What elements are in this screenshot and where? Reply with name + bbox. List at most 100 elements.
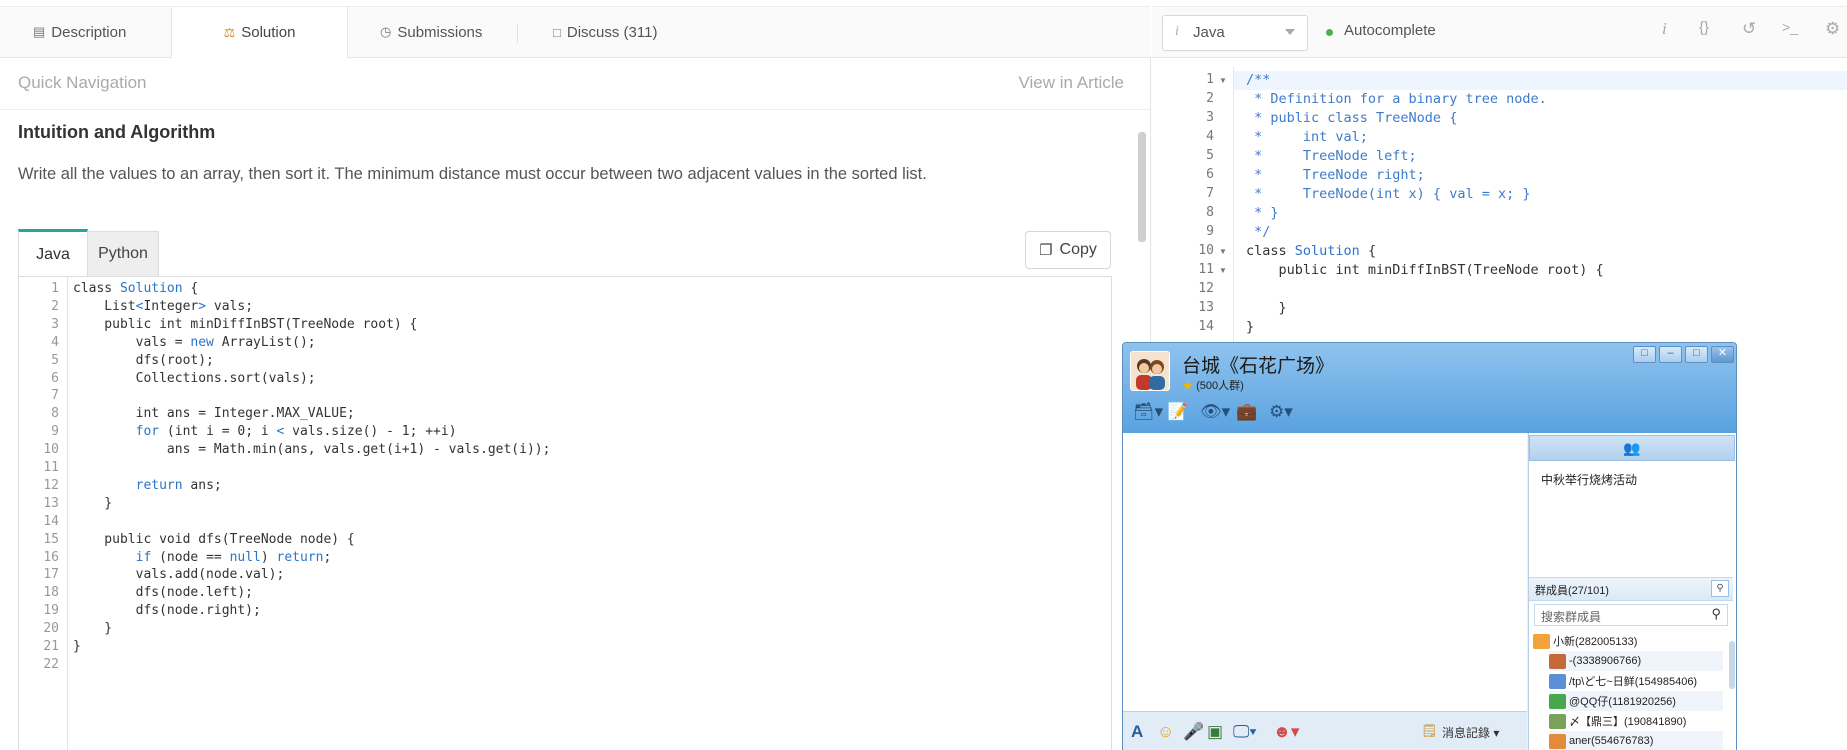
editor-code-line[interactable]: * TreeNode right; — [1246, 167, 1425, 183]
braces-icon[interactable]: {} — [1699, 19, 1709, 36]
tab-description[interactable]: ▤ Description — [33, 7, 126, 57]
member-name: /tp\ど七~日鲜(154985406) — [1569, 676, 1698, 688]
flask-icon: ⚖ — [223, 24, 236, 40]
fold-toggle-icon[interactable]: ▼ — [1219, 76, 1227, 85]
member-list-item[interactable]: aner(554676783) — [1549, 731, 1723, 750]
member-avatar-icon — [1549, 673, 1566, 689]
fold-toggle-icon[interactable]: ▼ — [1219, 247, 1227, 256]
member-list-header: 群成員(27/101) ⚲ — [1529, 577, 1733, 601]
member-name: aner(554676783) — [1569, 735, 1654, 747]
tab-solution[interactable]: ⚖ Solution — [171, 7, 348, 58]
search-icon[interactable]: ⚲ — [1711, 580, 1729, 597]
member-list-item[interactable]: 小新(282005133) — [1533, 631, 1723, 651]
article-scrollbar[interactable] — [1138, 132, 1146, 242]
editor-code-line[interactable]: * TreeNode left; — [1246, 148, 1417, 164]
line-number: 8 — [51, 406, 59, 422]
emoji-icon[interactable]: ☺ — [1157, 722, 1174, 742]
editor-code-line[interactable]: * public class TreeNode { — [1246, 110, 1457, 126]
active-line-highlight — [1234, 71, 1847, 90]
settings-icon[interactable]: ⚙ — [1825, 19, 1840, 39]
tab-discuss[interactable]: □ Discuss (311) — [553, 7, 657, 57]
section-heading: Intuition and Algorithm — [18, 122, 216, 142]
editor-line-number: 14 — [1198, 319, 1214, 334]
problem-tabs: ▤ Description ⚖ Solution ◷ Submissions □… — [0, 6, 1150, 58]
member-list-item[interactable]: -(3338906766) — [1549, 651, 1723, 671]
group-share-icon[interactable]: 🗃▾ — [1133, 402, 1163, 422]
member-list-item[interactable]: 〆【鼎三】(190841890) — [1549, 711, 1723, 731]
code-line: public int minDiffInBST(TreeNode root) { — [73, 316, 418, 332]
member-list-item[interactable]: /tp\ど七~日鲜(154985406) — [1549, 671, 1723, 691]
line-number: 21 — [43, 639, 59, 654]
line-number: 18 — [43, 585, 59, 601]
qq-group-chat-window[interactable]: 台城《石花广场》 ★ (500人群) □ – □ ✕ 🗃▾ 📝 👁▾ 💼 ⚙▾ … — [1122, 342, 1737, 750]
code-line: public void dfs(TreeNode node) { — [73, 531, 355, 547]
line-number: 9 — [51, 424, 59, 440]
line-number: 6 — [51, 370, 59, 386]
settings-icon[interactable]: ⚙▾ — [1269, 402, 1293, 422]
video-call-icon[interactable]: 👁▾ — [1200, 402, 1230, 422]
group-app-icon[interactable]: 💼 — [1236, 402, 1257, 422]
code-line: dfs(node.left); — [73, 585, 254, 601]
language-select[interactable]: i Java — [1162, 15, 1308, 51]
editor-code-line[interactable]: } — [1246, 300, 1287, 316]
voice-icon[interactable]: 🎤 — [1183, 722, 1204, 742]
tab-submissions[interactable]: ◷ Submissions — [380, 7, 482, 57]
status-dot-icon — [1326, 29, 1333, 36]
chat-message-area[interactable] — [1123, 433, 1527, 711]
minimize-button[interactable]: – — [1659, 346, 1682, 363]
line-number: 17 — [43, 567, 59, 583]
member-search-input[interactable]: 搜索群成員 ⚲ — [1534, 604, 1728, 626]
member-name: 小新(282005133) — [1553, 636, 1638, 648]
image-icon[interactable]: ▣ — [1207, 722, 1223, 742]
editor-code-line[interactable]: * int val; — [1246, 129, 1368, 145]
pin-button[interactable]: □ — [1633, 346, 1656, 363]
line-number: 3 — [51, 316, 59, 332]
code-tab-python[interactable]: Python — [87, 231, 159, 277]
screenshot-icon[interactable]: 🖵▾ — [1233, 722, 1257, 742]
info-icon[interactable]: i — [1662, 19, 1667, 39]
fold-toggle-icon[interactable]: ▼ — [1219, 266, 1227, 275]
editor-line-number: 2 — [1206, 91, 1214, 106]
qq-window-header[interactable]: 台城《石花广场》 ★ (500人群) □ – □ ✕ 🗃▾ 📝 👁▾ 💼 ⚙▾ — [1123, 343, 1736, 433]
editor-code-line[interactable]: } — [1246, 319, 1254, 335]
code-line: } — [73, 621, 113, 637]
quick-navigation-toggle[interactable]: Quick Navigation — [18, 73, 147, 93]
group-post-icon[interactable]: 📝 — [1167, 402, 1188, 422]
copy-button[interactable]: ❐ Copy — [1025, 231, 1111, 269]
line-number: 11 — [43, 460, 59, 475]
member-list-scrollbar[interactable] — [1729, 641, 1735, 689]
editor-code-line[interactable]: public int minDiffInBST(TreeNode root) { — [1246, 262, 1604, 278]
member-avatar-icon — [1549, 713, 1566, 729]
reset-icon[interactable]: ↺ — [1742, 19, 1756, 39]
chevron-down-icon — [1285, 29, 1295, 35]
message-history-button[interactable]: 消息記錄 ▾ — [1442, 724, 1499, 741]
console-icon[interactable]: >_ — [1782, 19, 1798, 35]
member-avatar-icon — [1549, 653, 1566, 669]
font-icon[interactable]: A — [1131, 722, 1143, 742]
info-icon: i — [1175, 24, 1179, 39]
history-icon[interactable]: 🗒 — [1421, 723, 1438, 739]
editor-code-line[interactable]: * Definition for a binary tree node. — [1246, 91, 1547, 107]
line-number: 13 — [43, 495, 59, 511]
member-list-item[interactable]: @QQ仔(1181920256) — [1549, 691, 1723, 711]
code-line: return ans; — [135, 477, 222, 493]
language-value: Java — [1193, 24, 1225, 41]
magic-emoji-icon[interactable]: ☻▾ — [1273, 722, 1299, 742]
editor-line-number: 9 — [1206, 224, 1214, 239]
group-avatar[interactable] — [1130, 351, 1170, 391]
search-icon[interactable]: ⚲ — [1711, 606, 1721, 622]
editor-toolbar: i Java Autocomplete i {} ↺ >_ ⚙ — [1152, 6, 1847, 58]
editor-line-number: 5 — [1206, 148, 1214, 163]
code-line: dfs(node.right); — [73, 603, 261, 619]
editor-code-line[interactable]: * } — [1246, 205, 1278, 221]
editor-code-line[interactable]: /** — [1246, 72, 1270, 88]
close-button[interactable]: ✕ — [1711, 346, 1734, 363]
maximize-button[interactable]: □ — [1685, 346, 1708, 363]
editor-code-line[interactable]: class Solution { — [1246, 243, 1376, 259]
autocomplete-toggle[interactable]: Autocomplete — [1344, 22, 1436, 39]
code-tab-java[interactable]: Java — [18, 229, 88, 278]
editor-code-line[interactable]: */ — [1246, 224, 1270, 240]
editor-code-line[interactable]: * TreeNode(int x) { val = x; } — [1246, 186, 1530, 202]
view-in-article-link[interactable]: View in Article — [1018, 73, 1124, 93]
member-avatar-icon — [1549, 693, 1566, 709]
